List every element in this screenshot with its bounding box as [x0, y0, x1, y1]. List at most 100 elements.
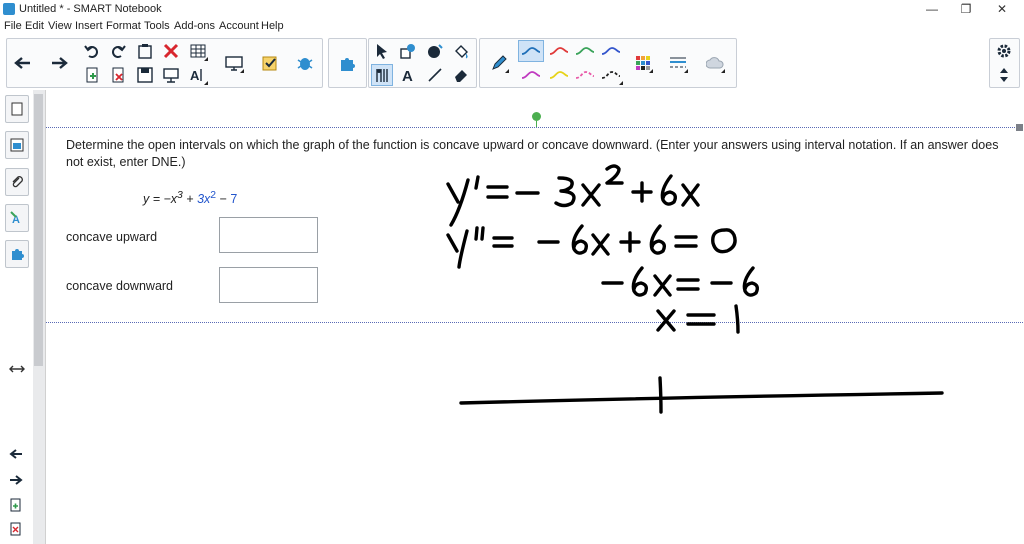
menu-edit[interactable]: Edit — [25, 20, 44, 32]
next-page-button[interactable] — [9, 474, 23, 489]
delete-page-button[interactable] — [107, 64, 129, 86]
gallery-tab[interactable] — [5, 131, 29, 159]
rotate-handle[interactable] — [532, 112, 541, 121]
settings-button[interactable] — [993, 40, 1015, 62]
resize-sidebar-handle[interactable] — [9, 364, 25, 377]
add-page-icon — [86, 67, 98, 83]
resize-handle[interactable] — [1016, 124, 1023, 131]
horizontal-resize-icon — [9, 365, 25, 373]
floppy-disk-icon — [137, 67, 153, 83]
menu-view[interactable]: View — [48, 20, 72, 32]
menu-account[interactable]: Account — [219, 20, 259, 32]
back-button[interactable] — [11, 52, 33, 74]
image-gallery-icon — [10, 138, 24, 152]
gallery-button[interactable] — [336, 52, 358, 74]
scrollbar-thumb[interactable] — [34, 94, 43, 366]
vertical-scrollbar[interactable] — [33, 90, 45, 544]
pen-style-magenta[interactable] — [518, 64, 544, 86]
arrow-left-icon — [14, 57, 30, 69]
toolbar: A A — [0, 35, 1024, 90]
text-a-icon: A — [402, 68, 413, 83]
menu-file[interactable]: File — [4, 20, 22, 32]
redo-button[interactable] — [107, 40, 129, 62]
pen-type-button[interactable] — [488, 52, 510, 74]
selection-border-top — [46, 127, 1024, 128]
pen-style-red[interactable] — [546, 40, 572, 62]
checklist-icon — [262, 56, 277, 71]
eraser-icon — [455, 70, 467, 82]
pen-style-green[interactable] — [572, 40, 598, 62]
redo-icon — [112, 45, 126, 58]
screen-shade-button[interactable] — [160, 64, 182, 86]
activity-builder-button[interactable] — [259, 52, 281, 74]
pen-style-yellow[interactable] — [546, 64, 572, 86]
line-style-icon — [670, 57, 686, 68]
shapes-tool-button[interactable] — [397, 40, 419, 62]
pen-style-black-dashed[interactable] — [598, 64, 624, 86]
display-screen-button[interactable] — [223, 52, 245, 74]
smart-notebook-app-icon — [3, 3, 15, 15]
color-palette-button[interactable] — [632, 52, 654, 74]
concave-upward-input[interactable] — [219, 217, 318, 253]
attachments-tab[interactable] — [5, 168, 29, 196]
arrow-right-icon — [52, 57, 68, 69]
properties-tab[interactable]: A — [5, 204, 29, 232]
concave-downward-input[interactable] — [219, 267, 318, 303]
pen-style-blue[interactable] — [598, 40, 624, 62]
paint-bucket-icon — [455, 45, 468, 59]
menu-add-ons[interactable]: Add-ons — [174, 20, 215, 32]
menu-insert[interactable]: Insert — [75, 20, 103, 32]
toolbar-group-gallery — [328, 38, 367, 88]
page-sorter-tab[interactable] — [5, 95, 29, 123]
select-tool-button[interactable] — [371, 40, 393, 62]
pen-style-pink-dashed[interactable] — [572, 64, 598, 86]
line-style-button[interactable] — [667, 52, 689, 74]
people-pens-icon — [376, 69, 388, 82]
save-button[interactable] — [134, 64, 156, 86]
add-page-button[interactable] — [81, 64, 103, 86]
pen-stroke-icon — [575, 47, 595, 55]
toolbar-group-edit: A — [6, 38, 323, 88]
text-recognition-button[interactable]: A — [187, 64, 209, 86]
function-equation: y = −x3 + 3x2 − 7 — [143, 190, 238, 207]
pens-tool-button[interactable] — [371, 64, 393, 86]
whiteboard-canvas[interactable]: Determine the open intervals on which th… — [45, 90, 1024, 544]
add-ons-tab[interactable] — [5, 240, 29, 268]
insert-table-button[interactable] — [187, 40, 209, 62]
bug-icon — [297, 58, 313, 70]
fill-tool-button[interactable] — [424, 40, 446, 62]
forward-button[interactable] — [49, 52, 71, 74]
title-bar: Untitled * - SMART Notebook — ❐ ✕ — [0, 0, 1024, 19]
arrow-left-icon — [9, 449, 22, 459]
question-text: Determine the open intervals on which th… — [66, 138, 999, 169]
toolbar-group-tools: A — [368, 38, 477, 88]
window-title: Untitled * - SMART Notebook — [19, 3, 162, 15]
eraser-tool-button[interactable] — [450, 64, 472, 86]
puzzle-icon — [12, 249, 24, 260]
previous-page-button[interactable] — [9, 448, 23, 463]
add-ons-button[interactable] — [294, 52, 316, 74]
text-tool-button[interactable]: A — [397, 64, 419, 86]
add-page-side-button[interactable] — [10, 498, 22, 515]
restore-button[interactable]: ❐ — [955, 1, 977, 17]
paint-bucket-button[interactable] — [450, 40, 472, 62]
paste-button[interactable] — [134, 40, 156, 62]
add-page-icon — [10, 498, 21, 512]
close-window-button[interactable]: ✕ — [991, 1, 1013, 17]
menu-format[interactable]: Format — [106, 20, 141, 32]
paperclip-icon — [12, 176, 23, 188]
delete-button[interactable] — [160, 40, 182, 62]
menu-help[interactable]: Help — [261, 20, 284, 32]
concave-downward-label: concave downward — [66, 279, 174, 293]
effects-button[interactable] — [704, 52, 726, 74]
line-tool-button[interactable] — [424, 64, 446, 86]
pen-style-cyan[interactable] — [518, 40, 544, 62]
clipboard-icon — [138, 44, 152, 59]
svg-text:A: A — [190, 68, 200, 83]
toolbar-position-button[interactable] — [993, 64, 1015, 86]
undo-button[interactable] — [81, 40, 103, 62]
minimize-button[interactable]: — — [921, 1, 943, 17]
menu-tools[interactable]: Tools — [144, 20, 170, 32]
delete-page-side-button[interactable] — [10, 522, 22, 539]
screen-shade-icon — [163, 68, 179, 83]
